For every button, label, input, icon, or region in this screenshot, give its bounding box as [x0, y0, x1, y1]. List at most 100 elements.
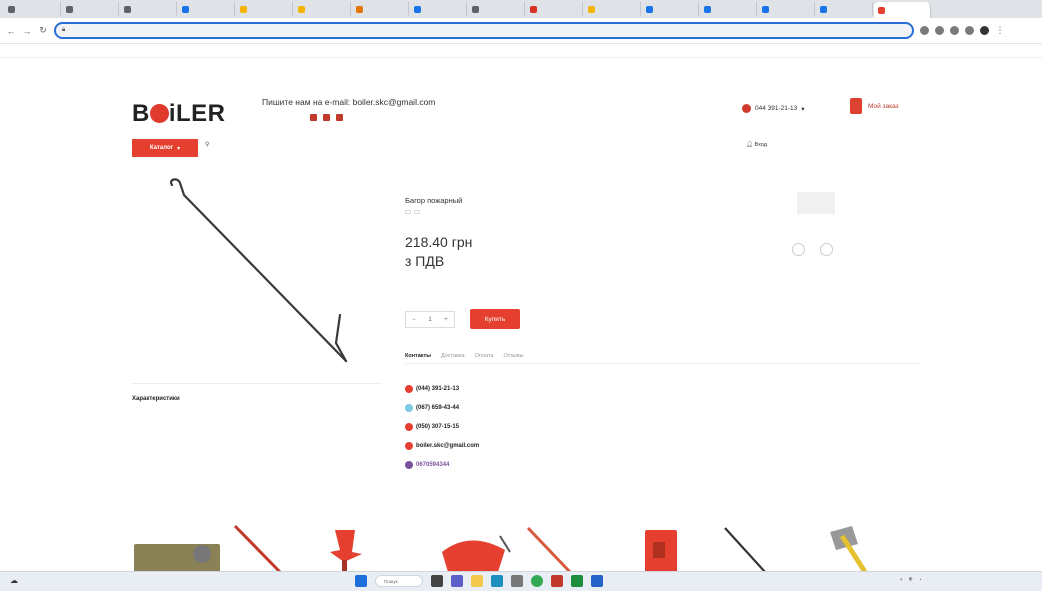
buy-button[interactable]: Купить	[470, 309, 520, 329]
file-explorer-icon[interactable]	[471, 575, 483, 587]
browser-tab[interactable]	[700, 2, 757, 16]
chrome-icon[interactable]	[531, 575, 543, 587]
catalog-button[interactable]: Каталог ▾	[132, 139, 198, 157]
characteristic-row	[132, 427, 146, 439]
browser-tab[interactable]	[874, 2, 931, 18]
characteristics-title: Характеристики	[132, 396, 180, 402]
related-product-1[interactable]	[134, 544, 220, 572]
edge-icon[interactable]	[491, 575, 503, 587]
chevron-up-icon[interactable]: ˄	[900, 577, 903, 582]
tab-delivery[interactable]: Доставка	[441, 353, 465, 359]
app-icon[interactable]	[571, 575, 583, 587]
windows-start-icon[interactable]	[355, 575, 367, 587]
related-product-8[interactable]	[830, 526, 868, 572]
tab-favicon-icon	[588, 5, 595, 13]
cart-button[interactable]: Мой заказ	[850, 98, 899, 114]
windows-taskbar: ☁︎ Пошук ˄ ◍ ◔	[0, 571, 1042, 591]
instagram-icon[interactable]	[323, 114, 330, 121]
weather-icon: ☁︎	[10, 576, 18, 585]
browser-tab[interactable]	[816, 2, 873, 16]
chat-icon[interactable]	[451, 575, 463, 587]
minus-button[interactable]: −	[412, 317, 416, 323]
header-phone[interactable]: 044 391-21-13 ▾	[742, 104, 805, 113]
task-view-icon[interactable]	[431, 575, 443, 587]
contact-row[interactable]: (044) 391-21-13	[405, 379, 479, 398]
taskbar-search[interactable]: Пошук	[375, 575, 423, 587]
address-bar[interactable]: 🔒︎	[54, 22, 914, 39]
browser-tab[interactable]	[236, 2, 293, 16]
phone-icon	[742, 104, 751, 113]
store-icon[interactable]	[511, 575, 523, 587]
tab-contacts[interactable]: Контакты	[405, 353, 431, 359]
twitter-icon[interactable]	[336, 114, 343, 121]
related-product-3[interactable]	[330, 530, 362, 572]
browser-tab[interactable]	[468, 2, 525, 16]
tab-favicon-icon	[298, 5, 305, 13]
profile-icon[interactable]	[980, 26, 989, 35]
mail-icon	[405, 441, 413, 450]
site-logo[interactable]: BiLER	[132, 100, 226, 128]
chevron-down-icon: ▾	[801, 105, 805, 113]
related-product-5[interactable]	[526, 526, 572, 572]
browser-tab[interactable]	[294, 2, 351, 16]
cart-label: Мой заказ	[868, 102, 899, 110]
browser-tab[interactable]	[584, 2, 641, 16]
volume-icon[interactable]: ◔	[919, 577, 922, 582]
tab-payment[interactable]: Оплата	[475, 353, 494, 359]
plus-button[interactable]: +	[444, 317, 448, 323]
extension-icon[interactable]	[950, 26, 959, 35]
favorite-button[interactable]	[820, 243, 836, 256]
browser-tab[interactable]	[526, 2, 583, 16]
tab-favicon-icon	[762, 5, 769, 13]
bookmarks-bar	[0, 44, 1042, 58]
browser-tab[interactable]	[120, 2, 177, 16]
quantity-stepper[interactable]: − 1 +	[405, 311, 455, 328]
contact-row[interactable]: boiler.skc@gmail.com	[405, 436, 479, 455]
top-menu	[262, 114, 343, 121]
browser-tab[interactable]	[642, 2, 699, 16]
browser-tab[interactable]	[758, 2, 815, 16]
product-tag[interactable]	[405, 210, 411, 214]
quantity-value[interactable]: 1	[428, 317, 431, 323]
search-bar[interactable]: ⚲	[205, 141, 214, 148]
product-title: Багор пожарный	[405, 196, 463, 205]
user-icon: 👤︎	[746, 142, 753, 148]
related-product-4[interactable]	[442, 535, 511, 572]
bookmark-star-icon[interactable]	[965, 26, 974, 35]
contact-row[interactable]: (067) 659-43-44	[405, 398, 479, 417]
browser-tab[interactable]	[352, 2, 409, 16]
app-icon[interactable]	[551, 575, 563, 587]
kyivstar-icon	[405, 384, 413, 393]
back-icon[interactable]: ←	[6, 26, 16, 36]
extension-icon[interactable]	[920, 26, 929, 35]
related-product-2[interactable]	[233, 524, 282, 572]
extension-icon[interactable]	[935, 26, 944, 35]
vodafone-icon	[405, 422, 413, 431]
reload-icon[interactable]: ↻	[38, 25, 48, 36]
product-tag[interactable]	[414, 210, 420, 214]
related-products	[134, 524, 868, 572]
login-link[interactable]: 👤︎ Вход	[746, 142, 767, 148]
related-product-6[interactable]	[645, 530, 677, 572]
forward-icon[interactable]: →	[22, 26, 32, 36]
tab-favicon-icon	[356, 5, 363, 13]
browser-tab[interactable]	[410, 2, 467, 16]
tab-favicon-icon	[530, 5, 537, 13]
weather-widget[interactable]: ☁︎	[10, 576, 21, 585]
network-icon[interactable]: ◍	[909, 576, 913, 582]
related-product-7[interactable]	[724, 527, 766, 572]
contact-row[interactable]: 0670594344	[405, 455, 479, 474]
browser-toolbar: ← → ↻ 🔒︎ ⋮	[0, 18, 1042, 44]
tab-reviews[interactable]: Отзывы	[503, 353, 523, 359]
contact-row[interactable]: (050) 307-15-15	[405, 417, 479, 436]
menu-kebab-icon[interactable]: ⋮	[995, 25, 1005, 36]
app-icon[interactable]	[591, 575, 603, 587]
facebook-icon[interactable]	[310, 114, 317, 121]
compare-button[interactable]	[792, 243, 808, 256]
logo-ball-icon	[149, 104, 169, 123]
browser-tab[interactable]	[178, 2, 235, 16]
product-tabs: Контакты Доставка Оплата Отзывы	[405, 353, 920, 364]
browser-tab[interactable]	[62, 2, 119, 16]
contact-text: boiler.skc@gmail.com	[416, 442, 480, 449]
browser-tab[interactable]	[4, 2, 61, 16]
